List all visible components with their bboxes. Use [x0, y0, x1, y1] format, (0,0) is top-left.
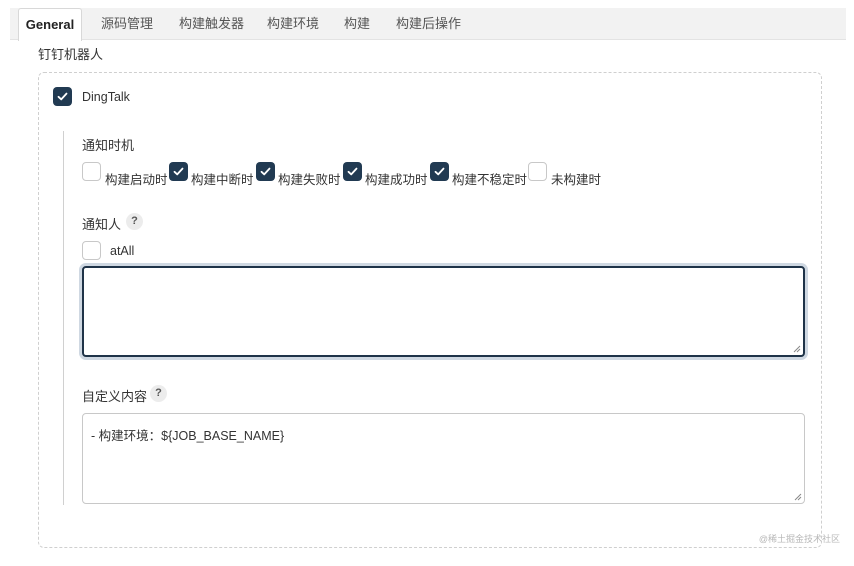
- resize-grip-icon[interactable]: [794, 493, 802, 501]
- section-title: 钉钉机器人: [38, 47, 104, 62]
- timing-label-failure: 构建失败时: [278, 173, 341, 187]
- custom-content-title: 自定义内容: [82, 389, 148, 404]
- timing-checkbox-success[interactable]: [343, 162, 362, 181]
- check-icon: [173, 167, 184, 176]
- custom-content-textarea[interactable]: - 构建环境：${JOB_BASE_NAME}: [82, 413, 805, 504]
- timing-label-success: 构建成功时: [365, 173, 428, 187]
- tab-build[interactable]: 构建: [344, 8, 370, 40]
- timing-checkbox-failure[interactable]: [256, 162, 275, 181]
- timing-label-unstable: 构建不稳定时: [452, 173, 528, 187]
- tab-build-triggers[interactable]: 构建触发器: [179, 8, 244, 40]
- at-all-label: atAll: [110, 244, 135, 258]
- indent-divider: [63, 131, 64, 505]
- tab-general[interactable]: General: [18, 8, 82, 41]
- tab-source-management[interactable]: 源码管理: [101, 8, 153, 40]
- watermark: @稀土掘金技术社区: [758, 534, 840, 544]
- check-icon: [260, 167, 271, 176]
- dingtalk-checkbox[interactable]: [53, 87, 72, 106]
- notify-people-title: 通知人: [82, 217, 122, 232]
- timing-checkbox-start[interactable]: [82, 162, 101, 181]
- timing-checkbox-abort[interactable]: [169, 162, 188, 181]
- check-icon: [57, 92, 68, 101]
- dingtalk-label: DingTalk: [82, 90, 130, 104]
- tab-bar: General 源码管理 构建触发器 构建环境 构建 构建后操作: [10, 8, 846, 41]
- timing-checkbox-unstable[interactable]: [430, 162, 449, 181]
- resize-grip-icon[interactable]: [793, 345, 801, 353]
- timing-label-abort: 构建中断时: [191, 173, 254, 187]
- check-icon: [347, 167, 358, 176]
- custom-content-value: - 构建环境：${JOB_BASE_NAME}: [91, 429, 285, 443]
- timing-label-start: 构建启动时: [105, 173, 168, 187]
- tab-post-build-actions[interactable]: 构建后操作: [396, 8, 461, 40]
- notify-people-textarea[interactable]: [82, 266, 805, 357]
- check-icon: [434, 167, 445, 176]
- tab-build-environment[interactable]: 构建环境: [267, 8, 319, 40]
- notify-people-help-icon[interactable]: ?: [126, 213, 143, 230]
- custom-content-help-icon[interactable]: ?: [150, 385, 167, 402]
- timing-label-not-built: 未构建时: [551, 173, 602, 187]
- timing-checkbox-not-built[interactable]: [528, 162, 547, 181]
- at-all-checkbox[interactable]: [82, 241, 101, 260]
- notify-timing-title: 通知时机: [82, 138, 135, 153]
